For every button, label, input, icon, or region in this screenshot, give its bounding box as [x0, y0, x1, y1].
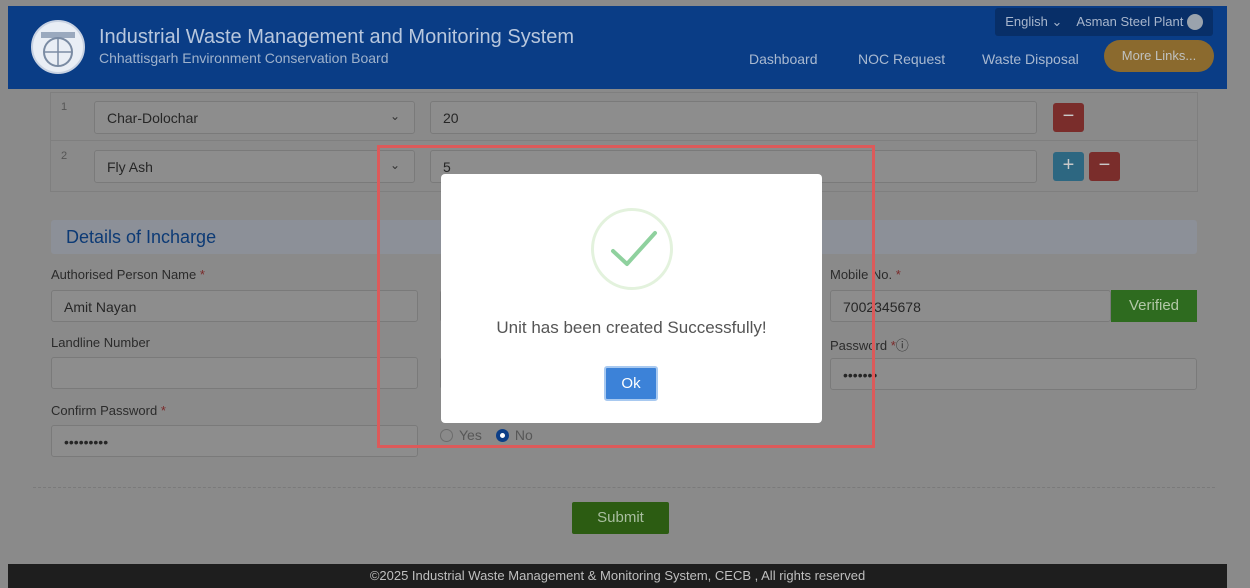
footer: ©2025 Industrial Waste Management & Moni…: [8, 564, 1227, 588]
row-number: 2: [61, 150, 68, 162]
language-select[interactable]: English ⌄: [1005, 14, 1062, 30]
app-header: Industrial Waste Management and Monitori…: [8, 6, 1227, 89]
quantity-input[interactable]: 20: [430, 101, 1037, 134]
remove-row-button[interactable]: −: [1089, 152, 1120, 181]
verified-button[interactable]: Verified: [1111, 290, 1197, 322]
user-icon: [1187, 14, 1203, 31]
nav-dashboard[interactable]: Dashboard: [749, 44, 818, 74]
submit-button[interactable]: Submit: [572, 502, 669, 534]
company-name: Asman Steel Plant: [1076, 13, 1184, 29]
landline-input[interactable]: [51, 357, 418, 389]
highlight-box: [377, 145, 875, 448]
app-subtitle: Chhattisgarh Environment Conservation Bo…: [99, 50, 389, 66]
info-icon: ⓘ: [895, 338, 909, 353]
waste-type-select[interactable]: Char-Dolochar ⌄: [94, 101, 415, 134]
waste-type-value: Char-Dolochar: [107, 110, 199, 126]
divider: [33, 487, 1215, 488]
logo-icon: [31, 20, 85, 74]
table-row: 1 Char-Dolochar ⌄ 20 −: [51, 93, 1197, 141]
nav-noc-request[interactable]: NOC Request: [858, 44, 945, 74]
more-links-button[interactable]: More Links...: [1104, 40, 1214, 72]
waste-type-value: Fly Ash: [107, 159, 153, 175]
remove-row-button[interactable]: −: [1053, 103, 1084, 132]
company-menu[interactable]: Asman Steel Plant: [1076, 14, 1203, 31]
chevron-down-icon: ⌄: [1051, 14, 1063, 29]
confirm-password-input[interactable]: •••••••••: [51, 425, 418, 457]
confirm-password-label: Confirm Password *: [51, 403, 166, 418]
landline-label: Landline Number: [51, 335, 151, 350]
add-row-button[interactable]: +: [1053, 152, 1084, 181]
row-number: 1: [61, 101, 68, 113]
app-title: Industrial Waste Management and Monitori…: [99, 26, 575, 48]
waste-type-select[interactable]: Fly Ash ⌄: [94, 150, 415, 183]
auth-person-label: Authorised Person Name *: [51, 267, 205, 282]
password-input[interactable]: •••••••: [830, 358, 1197, 390]
section-title: Details of Incharge: [66, 227, 217, 247]
auth-person-input[interactable]: Amit Nayan: [51, 290, 418, 322]
language-label: English: [1005, 14, 1048, 29]
top-utility-bar: English ⌄ Asman Steel Plant: [995, 8, 1213, 36]
chevron-down-icon: ⌄: [389, 109, 400, 123]
nav-waste-disposal[interactable]: Waste Disposal: [982, 44, 1079, 74]
